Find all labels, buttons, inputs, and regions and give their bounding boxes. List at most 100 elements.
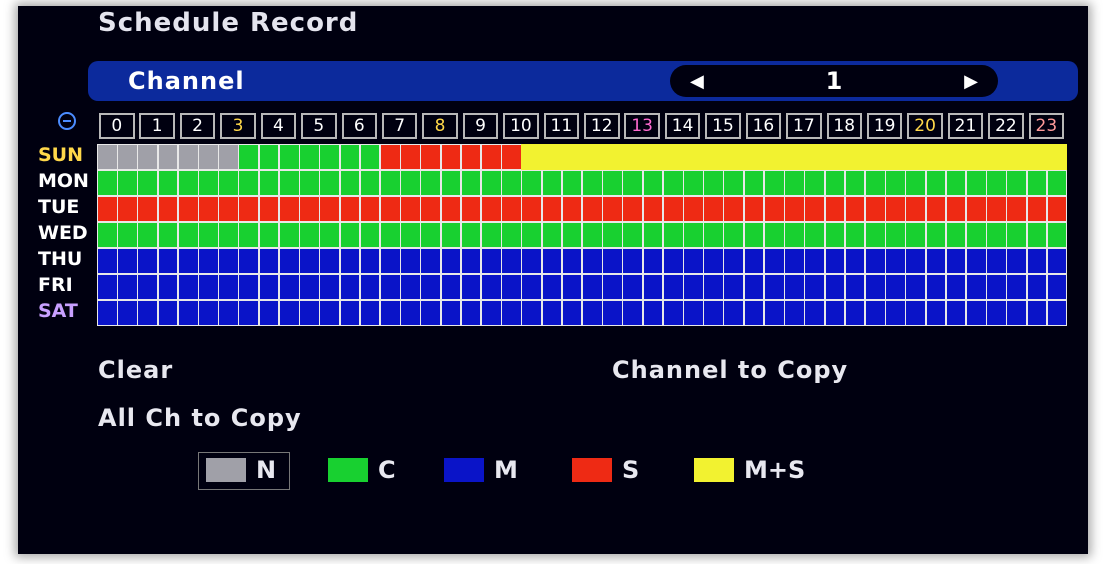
schedule-cell[interactable]	[359, 300, 381, 326]
schedule-cell[interactable]	[157, 196, 179, 222]
schedule-cell[interactable]	[521, 196, 543, 222]
schedule-cell[interactable]	[541, 274, 563, 300]
schedule-cell[interactable]	[258, 170, 280, 196]
schedule-cell[interactable]	[905, 222, 927, 248]
schedule-cell[interactable]	[420, 274, 442, 300]
schedule-cell[interactable]	[521, 274, 543, 300]
schedule-cell[interactable]	[501, 196, 522, 222]
schedule-cell[interactable]	[480, 300, 502, 326]
schedule-cell[interactable]	[582, 222, 603, 248]
schedule-cell[interactable]	[420, 196, 442, 222]
schedule-cell[interactable]	[1026, 196, 1048, 222]
schedule-cell[interactable]	[804, 196, 825, 222]
schedule-cell[interactable]	[662, 274, 684, 300]
schedule-cell[interactable]	[420, 144, 442, 170]
schedule-cell[interactable]	[743, 274, 765, 300]
schedule-cell[interactable]	[662, 300, 684, 326]
schedule-cell[interactable]	[400, 300, 421, 326]
schedule-cell[interactable]	[582, 144, 603, 170]
schedule-cell[interactable]	[117, 144, 138, 170]
schedule-cell[interactable]	[1026, 248, 1048, 274]
schedule-cell[interactable]	[137, 274, 159, 300]
schedule-cell[interactable]	[1006, 170, 1028, 196]
schedule-cell[interactable]	[844, 222, 866, 248]
schedule-cell[interactable]	[137, 170, 159, 196]
schedule-cell[interactable]	[299, 144, 320, 170]
schedule-cell[interactable]	[864, 300, 886, 326]
schedule-cell[interactable]	[561, 222, 583, 248]
schedule-cell[interactable]	[723, 300, 745, 326]
schedule-cell[interactable]	[218, 300, 239, 326]
schedule-cell[interactable]	[157, 222, 179, 248]
schedule-cell[interactable]	[622, 300, 644, 326]
schedule-cell[interactable]	[1026, 300, 1048, 326]
schedule-cell[interactable]	[763, 274, 785, 300]
schedule-cell[interactable]	[339, 170, 361, 196]
schedule-cell[interactable]	[319, 274, 340, 300]
channel-selector[interactable]: ◀ 1 ▶	[670, 65, 998, 97]
schedule-cell[interactable]	[339, 196, 361, 222]
schedule-cell[interactable]	[905, 170, 927, 196]
schedule-cell[interactable]	[339, 248, 361, 274]
schedule-cell[interactable]	[541, 196, 563, 222]
schedule-cell[interactable]	[339, 274, 361, 300]
schedule-cell[interactable]	[521, 144, 543, 170]
schedule-cell[interactable]	[602, 248, 623, 274]
schedule-cell[interactable]	[703, 248, 724, 274]
schedule-cell[interactable]	[622, 222, 644, 248]
schedule-cell[interactable]	[521, 248, 543, 274]
schedule-cell[interactable]	[480, 170, 502, 196]
schedule-cell[interactable]	[359, 170, 381, 196]
schedule-cell[interactable]	[258, 144, 280, 170]
schedule-cell[interactable]	[683, 274, 704, 300]
schedule-cell[interactable]	[602, 300, 623, 326]
schedule-cell[interactable]	[177, 248, 199, 274]
schedule-cell[interactable]	[1026, 170, 1048, 196]
schedule-cell[interactable]	[198, 222, 219, 248]
schedule-cell[interactable]	[582, 300, 603, 326]
schedule-cell[interactable]	[1006, 144, 1028, 170]
schedule-cell[interactable]	[986, 274, 1007, 300]
schedule-cell[interactable]	[986, 300, 1007, 326]
schedule-cell[interactable]	[703, 196, 724, 222]
schedule-cell[interactable]	[278, 196, 300, 222]
schedule-cell[interactable]	[501, 144, 522, 170]
schedule-cell[interactable]	[864, 222, 886, 248]
schedule-cell[interactable]	[683, 300, 704, 326]
schedule-cell[interactable]	[238, 274, 260, 300]
schedule-cell[interactable]	[541, 222, 563, 248]
schedule-cell[interactable]	[743, 222, 765, 248]
schedule-cell[interactable]	[824, 222, 846, 248]
schedule-cell[interactable]	[117, 248, 138, 274]
schedule-cell[interactable]	[945, 274, 967, 300]
schedule-cell[interactable]	[864, 144, 886, 170]
schedule-cell[interactable]	[622, 196, 644, 222]
schedule-cell[interactable]	[359, 222, 381, 248]
schedule-cell[interactable]	[97, 248, 118, 274]
schedule-cell[interactable]	[379, 196, 401, 222]
schedule-cell[interactable]	[339, 222, 361, 248]
schedule-cell[interactable]	[602, 274, 623, 300]
schedule-cell[interactable]	[844, 170, 866, 196]
schedule-cell[interactable]	[319, 170, 340, 196]
schedule-cell[interactable]	[784, 144, 805, 170]
schedule-cell[interactable]	[278, 222, 300, 248]
schedule-cell[interactable]	[905, 248, 927, 274]
schedule-cell[interactable]	[885, 196, 906, 222]
schedule-cell[interactable]	[824, 144, 846, 170]
schedule-cell[interactable]	[440, 144, 462, 170]
schedule-cell[interactable]	[561, 196, 583, 222]
schedule-cell[interactable]	[602, 144, 623, 170]
schedule-cell[interactable]	[844, 144, 866, 170]
schedule-cell[interactable]	[218, 170, 239, 196]
schedule-cell[interactable]	[238, 300, 260, 326]
schedule-cell[interactable]	[1006, 248, 1028, 274]
schedule-cell[interactable]	[683, 144, 704, 170]
schedule-cell[interactable]	[238, 248, 260, 274]
schedule-cell[interactable]	[784, 248, 805, 274]
schedule-cell[interactable]	[521, 222, 543, 248]
schedule-cell[interactable]	[218, 196, 239, 222]
schedule-cell[interactable]	[541, 170, 563, 196]
schedule-cell[interactable]	[541, 300, 563, 326]
schedule-cell[interactable]	[218, 222, 239, 248]
